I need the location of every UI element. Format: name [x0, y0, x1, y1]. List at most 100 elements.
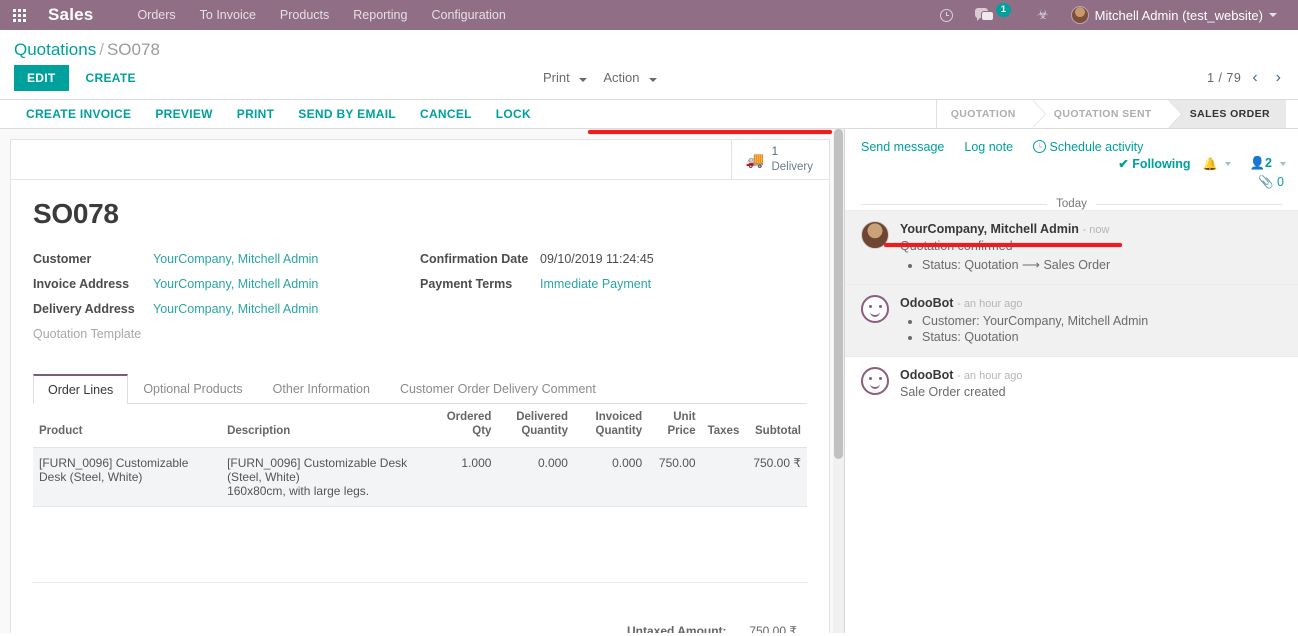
table-header-row: Product Description Ordered Qty Delivere…	[33, 404, 807, 448]
chevron-down-icon[interactable]	[1280, 161, 1286, 166]
schedule-activity-button[interactable]: Schedule activity	[1033, 138, 1143, 156]
delivery-stat-button[interactable]: 🚚 1 Delivery	[730, 140, 829, 179]
annotation-statusbar-underline	[588, 130, 832, 134]
create-button[interactable]: CREATE	[73, 65, 149, 91]
lock-button[interactable]: LOCK	[484, 103, 543, 125]
user-name-label: Mitchell Admin (test_website)	[1094, 7, 1263, 23]
menu-item-products[interactable]: Products	[268, 2, 341, 28]
col-delivered-qty: Delivered Quantity	[497, 404, 574, 448]
user-icon: 👤	[1249, 156, 1266, 170]
field-value[interactable]: Immediate Payment	[540, 277, 651, 291]
stage-sales-order[interactable]: SALES ORDER	[1167, 100, 1286, 128]
followers-count: 2	[1265, 156, 1272, 170]
col-invoiced-qty: Invoiced Quantity	[573, 404, 649, 448]
attachments-button[interactable]: 📎 0	[845, 171, 1298, 190]
user-menu[interactable]: Mitchell Admin (test_website)	[1060, 0, 1288, 30]
send-message-button[interactable]: Send message	[861, 138, 944, 156]
cell-ordered-qty: 1.000	[461, 455, 492, 470]
col-invoiced-top: Invoiced	[595, 411, 643, 423]
add-line-area[interactable]	[33, 581, 807, 610]
chatter-panel: Send message Log note Schedule activity …	[845, 129, 1298, 633]
tab-order-lines[interactable]: Order Lines	[33, 374, 129, 404]
cell-delivered-qty: 0.000	[537, 455, 568, 470]
activities-menu[interactable]	[929, 0, 964, 30]
field-payment-terms: Payment Terms Immediate Payment	[420, 277, 807, 295]
debug-menu[interactable]: ☣	[1026, 0, 1060, 30]
delivery-label: Delivery	[771, 161, 813, 174]
breadcrumb-quotations[interactable]: Quotations	[14, 40, 96, 59]
print-button[interactable]: PRINT	[225, 103, 287, 125]
tab-other-information[interactable]: Other Information	[258, 374, 385, 403]
field-value[interactable]: YourCompany, Mitchell Admin	[153, 277, 318, 291]
messaging-menu[interactable]: 1	[964, 0, 1026, 30]
cell-description: [FURN_0096] Customizable Desk (Steel, Wh…	[221, 447, 427, 506]
stage-label: QUOTATION SENT	[1053, 108, 1152, 120]
apps-menu-icon[interactable]	[0, 0, 38, 30]
empty-lines-area[interactable]	[33, 505, 807, 582]
menu-item-to-invoice[interactable]: To Invoice	[188, 2, 268, 28]
form-scrollbar[interactable]	[833, 129, 844, 633]
menu-item-configuration[interactable]: Configuration	[419, 2, 517, 28]
message-author: OdooBot	[900, 296, 954, 310]
form-scrollbar-thumb[interactable]	[834, 129, 843, 459]
print-label: Print	[543, 70, 570, 85]
message-timestamp: - an hour ago	[957, 370, 1023, 382]
app-brand[interactable]: Sales	[38, 5, 107, 25]
action-label: Action	[603, 70, 640, 85]
form-fields-left: Customer YourCompany, Mitchell Admin Inv…	[33, 252, 420, 352]
col-ordered-bottom: Qty	[472, 425, 492, 438]
menu-item-orders[interactable]: Orders	[125, 2, 187, 28]
cell-unit-price: 750.00	[658, 455, 696, 470]
stage-pipeline: QUOTATION QUOTATION SENT SALES ORDER	[935, 100, 1298, 128]
chevron-down-icon[interactable]	[1225, 161, 1232, 166]
workflow-buttons: CREATE INVOICE PREVIEW PRINT SEND BY EMA…	[0, 100, 543, 128]
breadcrumb: Quotations / SO078	[14, 40, 1284, 60]
following-toggle[interactable]: ✔ Following	[1118, 156, 1190, 171]
chevron-down-icon	[649, 78, 658, 82]
notebook-tabs: Order Lines Optional Products Other Info…	[33, 374, 807, 404]
clock-icon	[939, 8, 953, 22]
bug-icon: ☣	[1037, 7, 1049, 22]
field-value[interactable]: YourCompany, Mitchell Admin	[153, 252, 318, 266]
field-customer: Customer YourCompany, Mitchell Admin	[33, 252, 420, 270]
followers-button[interactable]: 👤2	[1249, 156, 1272, 171]
form-sheet: 🚚 1 Delivery SO078 Customer YourCompany,…	[10, 139, 830, 633]
tab-optional-products[interactable]: Optional Products	[128, 374, 257, 403]
field-label: Invoice Address	[33, 277, 130, 291]
log-note-button[interactable]: Log note	[964, 138, 1013, 156]
stage-quotation[interactable]: QUOTATION	[935, 100, 1046, 128]
breadcrumb-separator: /	[99, 40, 104, 59]
stage-quotation-sent[interactable]: QUOTATION SENT	[1031, 100, 1182, 128]
pager: 1 / 79 ‹ ›	[1207, 70, 1288, 86]
total-untaxed-label: Untaxed Amount:	[627, 623, 727, 633]
form-fields-right: Confirmation Date 09/10/2019 11:24:45 Pa…	[420, 252, 807, 352]
cancel-button[interactable]: CANCEL	[408, 103, 484, 125]
message-timestamp: - now	[1082, 224, 1110, 236]
send-by-email-button[interactable]: SEND BY EMAIL	[286, 103, 408, 125]
create-invoice-button[interactable]: CREATE INVOICE	[14, 103, 143, 125]
truck-icon: 🚚	[745, 151, 765, 169]
status-strip: CREATE INVOICE PREVIEW PRINT SEND BY EMA…	[0, 100, 1298, 129]
col-product-label: Product	[39, 425, 83, 438]
col-delivered-bottom: Quantity	[521, 425, 568, 438]
tracking-item: Status: Quotation	[922, 330, 1284, 344]
preview-button[interactable]: PREVIEW	[143, 103, 224, 125]
action-dropdown[interactable]: Action	[603, 68, 658, 87]
field-delivery-address: Delivery Address YourCompany, Mitchell A…	[33, 302, 420, 320]
field-value[interactable]: YourCompany, Mitchell Admin	[153, 302, 318, 316]
col-subtotal-label: Subtotal	[755, 425, 801, 438]
menu-item-reporting[interactable]: Reporting	[341, 2, 419, 28]
col-ordered-qty: Ordered Qty	[427, 404, 498, 448]
print-dropdown[interactable]: Print	[543, 68, 588, 87]
pager-previous-button[interactable]: ‹	[1245, 70, 1264, 86]
chatter-message: OdooBot - an hour ago Customer: YourComp…	[845, 284, 1298, 356]
edit-button[interactable]: EDIT	[14, 65, 69, 91]
field-label: Confirmation Date	[420, 252, 529, 266]
chatter-message: OdooBot - an hour ago Sale Order created	[845, 356, 1298, 411]
table-row[interactable]: [FURN_0096] Customizable Desk (Steel, Wh…	[33, 447, 807, 506]
col-unit-bottom: Price	[667, 425, 696, 438]
tab-customer-order-delivery-comment[interactable]: Customer Order Delivery Comment	[385, 374, 611, 403]
bell-icon[interactable]: 🔔	[1203, 157, 1218, 171]
message-text: Sale Order created	[900, 385, 1006, 399]
pager-next-button[interactable]: ›	[1269, 70, 1288, 86]
